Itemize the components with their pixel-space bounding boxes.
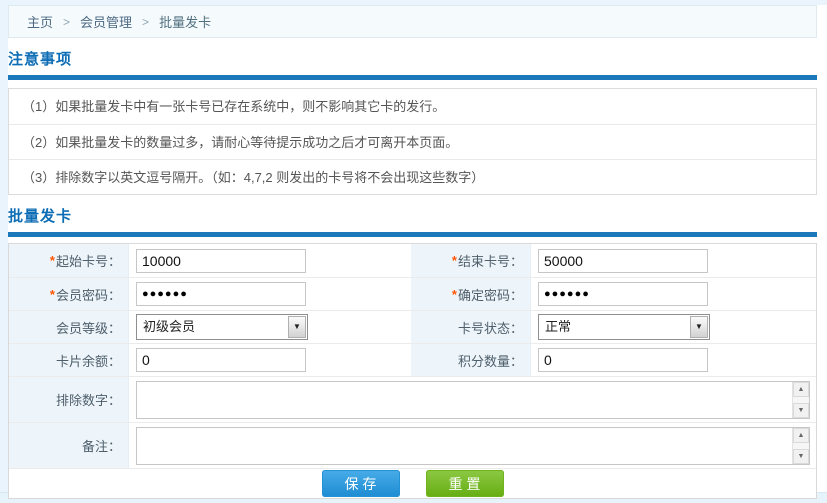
notice-item-1: （1）如果批量发卡中有一张卡号已存在系统中，则不影响其它卡的发行。	[9, 89, 816, 124]
required-marker: *	[50, 253, 55, 268]
breadcrumb-separator: >	[63, 15, 70, 29]
exclude-digits-label-text: 排除数字：	[56, 390, 121, 409]
notice-item-2: （2）如果批量发卡的数量过多，请耐心等待提示成功之后才可离开本页面。	[9, 124, 816, 159]
card-balance-label: 卡片余额：	[9, 344, 129, 376]
card-status-label-text: 卡号状态：	[458, 318, 523, 337]
form-row-level-status: 会员等级： 初级会员 ▼ 卡号状态： 正常 ▼	[9, 310, 816, 343]
points-amount-label: 积分数量：	[411, 344, 531, 376]
start-card-cell	[129, 244, 411, 277]
exclude-digits-textarea[interactable]	[137, 382, 791, 418]
card-balance-input[interactable]	[136, 348, 306, 372]
exclude-digits-cell: ▲ ▼	[129, 377, 816, 422]
member-level-select[interactable]: 初级会员 ▼	[136, 314, 308, 340]
scroll-down-icon[interactable]: ▼	[793, 403, 809, 418]
form-row-exclude-digits: 排除数字： ▲ ▼	[9, 376, 816, 422]
points-amount-cell	[531, 344, 816, 376]
breadcrumb: 主页 > 会员管理 > 批量发卡	[8, 5, 817, 38]
chevron-down-icon[interactable]: ▼	[288, 316, 306, 338]
exclude-digits-textarea-wrap: ▲ ▼	[136, 381, 810, 419]
end-card-label: * 结束卡号：	[411, 244, 531, 277]
save-button[interactable]: 保 存	[322, 470, 400, 497]
form-section-title: 批量发卡	[8, 205, 817, 232]
remark-label: 备注：	[9, 423, 129, 468]
member-password-label-text: 会员密码：	[56, 285, 121, 304]
end-card-input[interactable]	[538, 249, 708, 273]
member-password-input[interactable]	[136, 282, 306, 306]
notice-item-3: （3）排除数字以英文逗号隔开。（如：4,7,2 则发出的卡号将不会出现这些数字）	[9, 159, 816, 194]
breadcrumb-current: 批量发卡	[159, 12, 211, 31]
exclude-digits-label: 排除数字：	[9, 377, 129, 422]
member-level-label: 会员等级：	[9, 311, 129, 343]
notice-section-title: 注意事项	[8, 48, 817, 75]
confirm-password-label: * 确定密码：	[411, 278, 531, 310]
form-row-passwords: * 会员密码： * 确定密码：	[9, 277, 816, 310]
required-marker: *	[452, 287, 457, 302]
batch-card-form: * 起始卡号： * 结束卡号： * 会员密码： *	[8, 243, 817, 499]
confirm-password-cell	[531, 278, 816, 310]
confirm-password-label-text: 确定密码：	[458, 285, 523, 304]
member-level-selected-value: 初级会员	[137, 315, 307, 339]
remark-textarea-wrap: ▲ ▼	[136, 427, 810, 465]
required-marker: *	[452, 253, 457, 268]
scroll-up-icon[interactable]: ▲	[793, 428, 809, 443]
breadcrumb-home-link[interactable]: 主页	[27, 12, 53, 31]
breadcrumb-separator: >	[142, 15, 149, 29]
reset-button[interactable]: 重 置	[426, 470, 504, 497]
form-title-bar	[8, 232, 817, 237]
form-row-card-range: * 起始卡号： * 结束卡号：	[9, 244, 816, 277]
start-card-input[interactable]	[136, 249, 306, 273]
card-status-select[interactable]: 正常 ▼	[538, 314, 710, 340]
scroll-up-icon[interactable]: ▲	[793, 382, 809, 397]
notice-title-bar	[8, 75, 817, 80]
breadcrumb-member-management-link[interactable]: 会员管理	[80, 12, 132, 31]
scroll-down-icon[interactable]: ▼	[793, 449, 809, 464]
member-password-cell	[129, 278, 411, 310]
notice-box: （1）如果批量发卡中有一张卡号已存在系统中，则不影响其它卡的发行。 （2）如果批…	[8, 88, 817, 195]
remark-label-text: 备注：	[82, 436, 121, 455]
page-left-margin	[0, 0, 8, 503]
textarea-scrollbar[interactable]: ▲ ▼	[792, 382, 809, 418]
card-balance-label-text: 卡片余额：	[56, 351, 121, 370]
page-content: 主页 > 会员管理 > 批量发卡 注意事项 （1）如果批量发卡中有一张卡号已存在…	[8, 5, 817, 499]
remark-cell: ▲ ▼	[129, 423, 816, 468]
card-status-selected-value: 正常	[539, 315, 709, 339]
required-marker: *	[50, 287, 55, 302]
end-card-cell	[531, 244, 816, 277]
card-balance-cell	[129, 344, 411, 376]
member-level-cell: 初级会员 ▼	[129, 311, 411, 343]
member-level-label-text: 会员等级：	[56, 318, 121, 337]
card-status-cell: 正常 ▼	[531, 311, 816, 343]
card-status-label: 卡号状态：	[411, 311, 531, 343]
member-password-label: * 会员密码：	[9, 278, 129, 310]
confirm-password-input[interactable]	[538, 282, 708, 306]
form-actions-row: 保 存 重 置	[9, 468, 816, 498]
points-amount-input[interactable]	[538, 348, 708, 372]
start-card-label-text: 起始卡号：	[56, 251, 121, 270]
points-amount-label-text: 积分数量：	[458, 351, 523, 370]
end-card-label-text: 结束卡号：	[458, 251, 523, 270]
textarea-scrollbar[interactable]: ▲ ▼	[792, 428, 809, 464]
form-row-balance-points: 卡片余额： 积分数量：	[9, 343, 816, 376]
remark-textarea[interactable]	[137, 428, 791, 464]
form-row-remark: 备注： ▲ ▼	[9, 422, 816, 468]
chevron-down-icon[interactable]: ▼	[690, 316, 708, 338]
start-card-label: * 起始卡号：	[9, 244, 129, 277]
